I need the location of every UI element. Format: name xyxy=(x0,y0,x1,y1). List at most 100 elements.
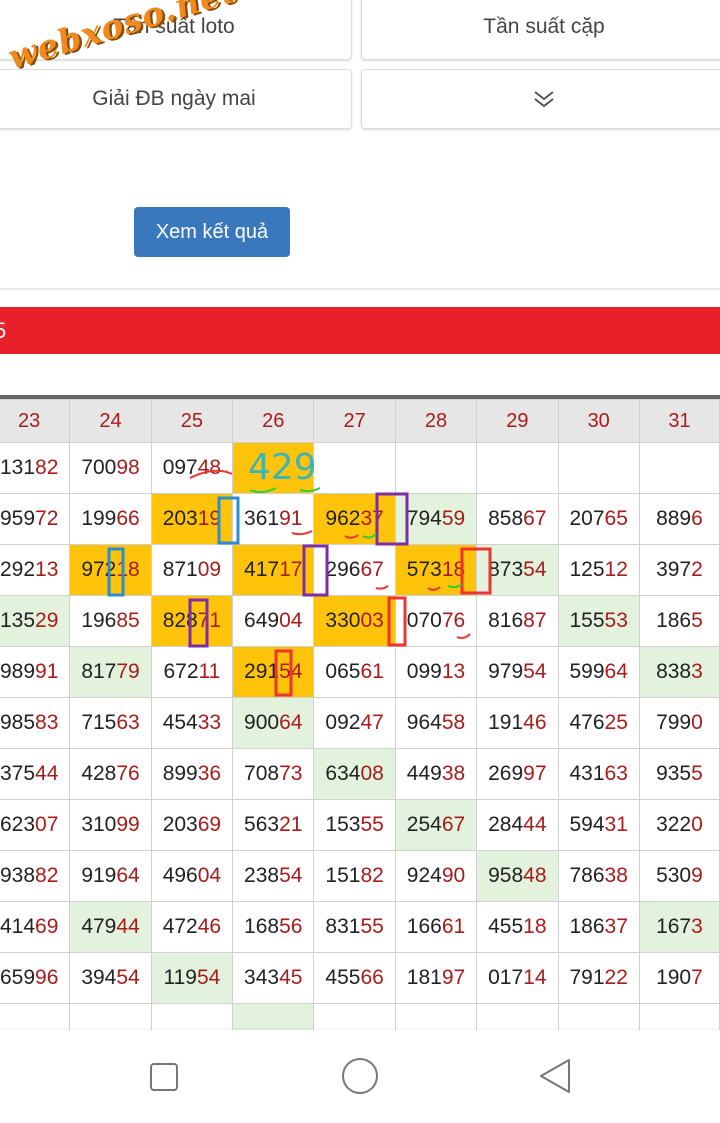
number-tail: 38 xyxy=(604,864,628,887)
result-cell: 81779 xyxy=(69,646,152,698)
result-cell: 98991 xyxy=(0,646,71,698)
result-cell: 15182 xyxy=(313,850,396,902)
number-tail: 44 xyxy=(523,813,547,836)
square-icon[interactable] xyxy=(149,1062,179,1092)
result-cell: 85867 xyxy=(476,493,559,545)
freq-pair-button[interactable]: Tần suất cặp xyxy=(361,0,720,60)
triangle-back-icon[interactable] xyxy=(538,1058,572,1094)
number-head: 831 xyxy=(325,915,361,938)
result-cell: 7990 xyxy=(638,697,720,749)
column-header: 30 xyxy=(557,399,640,443)
number-tail: 61 xyxy=(360,660,384,683)
results-table-container: 23 24 25 26 27 28 29 30 31 13182 70098 09748 95972 1… xyxy=(0,399,720,1055)
number-head: 455 xyxy=(325,966,361,989)
number-head: 899 xyxy=(162,762,198,785)
number-tail: 46 xyxy=(523,711,547,734)
result-cell: 70098 xyxy=(69,442,152,494)
result-cell: 95848 xyxy=(476,850,559,902)
number-tail: 22 xyxy=(604,966,628,989)
result-cell: 9355 xyxy=(638,748,720,800)
number-head: 199 xyxy=(81,507,117,530)
number-head: 959 xyxy=(0,507,36,530)
number-tail: 54 xyxy=(116,966,140,989)
number-tail: 9 xyxy=(691,864,703,887)
number-head: 816 xyxy=(488,609,524,632)
result-cell: 41469 xyxy=(0,901,71,953)
result-cell: 09748 xyxy=(150,442,234,494)
result-cell: 8896 xyxy=(638,493,720,545)
table-row: 29213 97218 87109 41717 29667 57318 87354 12512… xyxy=(0,544,720,596)
result-cell: 57318 xyxy=(394,544,478,596)
result-cell: 20765 xyxy=(557,493,640,545)
result-cell: 16856 xyxy=(232,901,315,953)
result-cell: 18637 xyxy=(557,901,640,953)
result-cell: 63408 xyxy=(313,748,396,800)
number-head: 979 xyxy=(488,660,524,683)
number-head: 919 xyxy=(81,864,117,887)
result-cell: 06561 xyxy=(313,646,396,698)
number-head: 186 xyxy=(656,609,692,632)
number-head: 573 xyxy=(406,558,442,581)
circle-icon[interactable] xyxy=(341,1057,379,1095)
number-tail: 91 xyxy=(35,660,59,683)
number-tail: 45 xyxy=(279,966,303,989)
column-header: 27 xyxy=(313,399,396,443)
number-head: 599 xyxy=(569,660,605,683)
result-cell: 09913 xyxy=(394,646,478,698)
column-header: 26 xyxy=(232,399,315,443)
number-head: 119 xyxy=(163,966,197,989)
result-cell: 87109 xyxy=(150,544,234,596)
result-cell: 29154 xyxy=(232,646,315,698)
number-tail: 54 xyxy=(523,558,547,581)
number-head: 938 xyxy=(0,864,36,887)
number-tail: 18 xyxy=(441,558,466,581)
number-head: 828 xyxy=(162,609,198,632)
column-header: 28 xyxy=(394,399,478,443)
number-tail: 21 xyxy=(279,813,303,836)
view-results-button[interactable]: Xem kết quả xyxy=(134,207,290,257)
result-cell: 67211 xyxy=(150,646,234,698)
number-tail: 82 xyxy=(360,864,384,887)
number-tail: 3 xyxy=(691,915,703,938)
number-head: 190 xyxy=(656,966,692,989)
result-cell: 43163 xyxy=(557,748,640,800)
number-tail: 71 xyxy=(197,609,222,632)
number-tail: 04 xyxy=(197,864,222,887)
number-tail: 13 xyxy=(35,558,59,581)
special-tomorrow-button[interactable]: Giải ĐB ngày mai xyxy=(0,69,352,129)
result-cell: 16661 xyxy=(394,901,478,953)
number-tail: 55 xyxy=(360,915,384,938)
result-cell: 15553 xyxy=(557,595,640,647)
result-cell: 36191 xyxy=(232,493,315,545)
result-cell: 82871 xyxy=(150,595,234,647)
table-row: 93882 91964 49604 23854 15182 92490 95848 78638… xyxy=(0,850,720,902)
number-head: 672 xyxy=(163,660,199,683)
result-cell: 42876 xyxy=(69,748,152,800)
table-row: 13529 19685 82871 64904 33003 07076 81687 15553… xyxy=(0,595,720,647)
result-cell: 3220 xyxy=(638,799,720,851)
number-head: 414 xyxy=(0,915,36,938)
result-cell: 71563 xyxy=(69,697,152,749)
number-head: 092 xyxy=(325,711,361,734)
number-tail: 59 xyxy=(441,507,466,530)
result-cell: 37544 xyxy=(0,748,71,800)
number-head: 343 xyxy=(244,966,280,989)
number-tail: 09 xyxy=(197,558,222,581)
number-tail: 38 xyxy=(441,762,466,785)
number-head: 292 xyxy=(0,558,36,581)
result-cell: 98583 xyxy=(0,697,71,749)
expand-dropdown-button[interactable] xyxy=(361,69,720,129)
number-tail: 54 xyxy=(279,864,303,887)
result-cell xyxy=(232,442,315,494)
number-head: 131 xyxy=(0,456,36,479)
number-head: 871 xyxy=(162,558,198,581)
result-cell: 15355 xyxy=(313,799,396,851)
number-head: 310 xyxy=(81,813,117,836)
number-head: 254 xyxy=(406,813,442,836)
result-cell: 1907 xyxy=(638,952,720,1004)
freq-pair-label: Tần suất cặp xyxy=(483,15,605,38)
table-row: 95972 19966 20319 36191 96237 79459 85867 20765… xyxy=(0,493,720,545)
number-head: 070 xyxy=(406,609,442,632)
column-header: 31 xyxy=(638,399,720,443)
result-cell: 81687 xyxy=(476,595,559,647)
